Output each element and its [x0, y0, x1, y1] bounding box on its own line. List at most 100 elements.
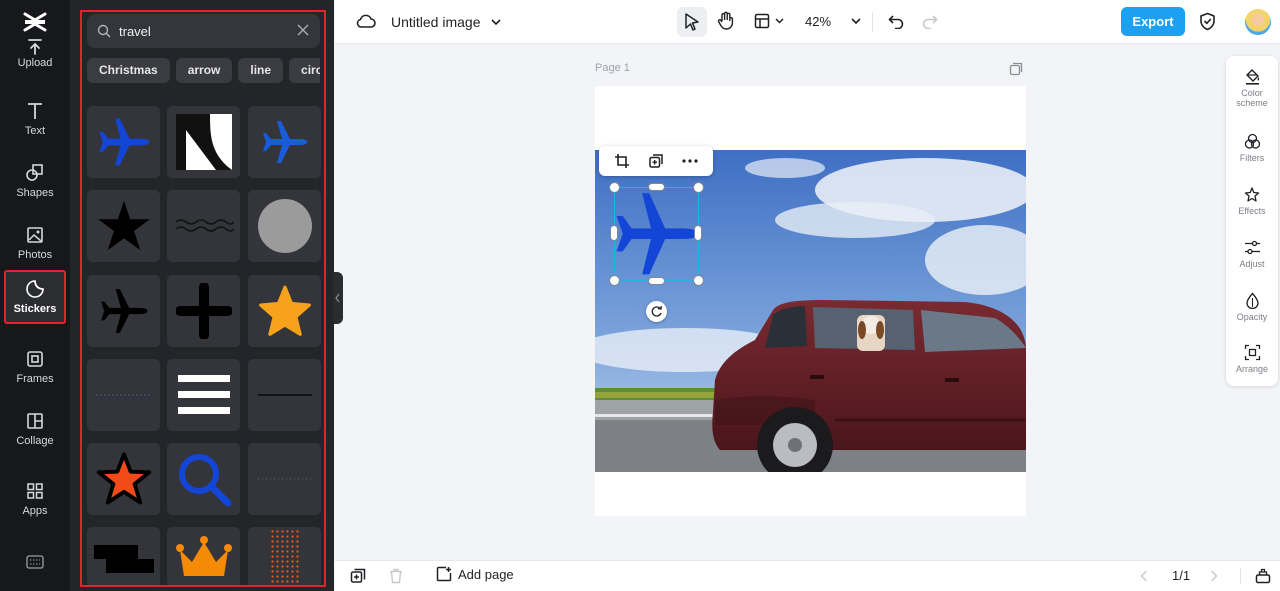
document-title[interactable]: Untitled image — [391, 14, 501, 30]
chevron-down-icon — [490, 18, 501, 25]
filters-label: Filters — [1239, 153, 1265, 163]
shield-check-icon[interactable] — [1199, 12, 1216, 31]
trash-icon[interactable] — [389, 568, 403, 584]
rail-frames-label: Frames — [16, 373, 54, 385]
search-icon — [97, 24, 111, 38]
sticker-tile-dots-orange[interactable] — [248, 527, 321, 587]
resize-handle-bottom[interactable] — [648, 277, 665, 285]
rail-photos[interactable]: Photos — [4, 216, 66, 270]
resize-handle-top-right[interactable] — [693, 182, 704, 193]
sticker-tile-star-black[interactable] — [87, 190, 160, 262]
rail-text[interactable]: Text — [4, 92, 66, 146]
rail-apps[interactable]: Apps — [4, 472, 66, 526]
rail-upload-label: Upload — [17, 57, 53, 69]
effects-tool[interactable]: Effects — [1226, 186, 1278, 216]
sticker-tile-star-orange[interactable] — [248, 275, 321, 347]
sticker-tile-wavy-lines[interactable] — [167, 190, 240, 262]
photo-icon — [27, 227, 43, 243]
rail-frames[interactable]: Frames — [4, 340, 66, 394]
sticker-tile-airplane-black[interactable] — [87, 275, 160, 347]
sticker-tile-dotted-line[interactable] — [87, 359, 160, 431]
paint-bucket-icon — [1245, 69, 1259, 85]
sparkle-icon — [1244, 187, 1259, 202]
effects-label: Effects — [1238, 206, 1266, 216]
rail-stickers[interactable]: Stickers — [4, 270, 66, 324]
avatar[interactable] — [1245, 9, 1271, 35]
arrange-tool[interactable]: Arrange — [1226, 344, 1278, 374]
color-scheme-tool[interactable]: Color scheme — [1226, 68, 1278, 108]
rail-collage[interactable]: Collage — [4, 402, 66, 456]
sticker-tile-cross-black[interactable] — [167, 275, 240, 347]
rail-stickers-label: Stickers — [13, 303, 57, 315]
chevron-left-icon[interactable] — [1140, 570, 1148, 582]
rail-shapes-label: Shapes — [16, 187, 54, 199]
cursor-icon[interactable] — [684, 12, 700, 32]
add-page-button[interactable]: Add page — [436, 566, 514, 582]
resize-handle-bottom-right[interactable] — [693, 275, 704, 286]
chevron-right-icon[interactable] — [1210, 570, 1218, 582]
sticker-tile-blocks-black[interactable] — [87, 527, 160, 587]
layout-icon — [754, 13, 770, 29]
chip-line[interactable]: line — [238, 58, 284, 83]
star-icon — [97, 200, 150, 251]
cloud-icon[interactable] — [356, 13, 376, 29]
filters-tool[interactable]: Filters — [1226, 133, 1278, 163]
panel-collapse-handle[interactable] — [333, 272, 343, 324]
selection-box — [614, 187, 699, 281]
sticker-tile-dotted-line-2[interactable] — [248, 443, 321, 515]
sticker-tile-star-red[interactable] — [87, 443, 160, 515]
airplane-icon — [98, 118, 149, 166]
sticker-tile-thin-line[interactable] — [248, 359, 321, 431]
bottom-divider — [1240, 568, 1241, 584]
sticker-tile-three-bars[interactable] — [167, 359, 240, 431]
export-button[interactable]: Export — [1121, 7, 1185, 36]
resize-handle-top-left[interactable] — [609, 182, 620, 193]
resize-handle-left[interactable] — [610, 225, 618, 241]
sticker-tile-airplane-blue-2[interactable] — [248, 106, 321, 178]
close-icon[interactable] — [296, 23, 310, 37]
opacity-tool[interactable]: Opacity — [1226, 292, 1278, 322]
line-icon — [257, 394, 312, 396]
copy-icon[interactable] — [648, 153, 664, 169]
pages-panel-icon[interactable] — [1255, 568, 1271, 584]
redo-icon[interactable] — [922, 13, 938, 29]
rail-shapes[interactable]: Shapes — [4, 154, 66, 208]
duplicate-page-icon[interactable] — [1009, 62, 1023, 76]
resize-handle-bottom-left[interactable] — [609, 275, 620, 286]
airplane-icon — [100, 289, 147, 333]
resize-handle-right[interactable] — [694, 225, 702, 241]
layout-menu[interactable] — [754, 13, 784, 29]
search-input[interactable] — [119, 23, 279, 39]
upload-icon — [28, 39, 42, 55]
capcut-logo-icon[interactable] — [22, 9, 48, 35]
zoom-control[interactable]: 42% — [805, 14, 861, 29]
rotate-icon — [651, 305, 662, 317]
rail-text-label: Text — [24, 125, 46, 137]
duplicate-icon[interactable] — [350, 568, 366, 584]
crop-icon[interactable] — [614, 153, 630, 169]
star-icon — [96, 452, 151, 505]
chip-circle[interactable]: circle — [289, 58, 320, 83]
sticker-tile-circle-gray[interactable] — [248, 190, 321, 262]
arrange-icon — [1244, 344, 1260, 361]
chip-arrow[interactable]: arrow — [175, 58, 233, 83]
dotted-line-icon — [257, 478, 312, 480]
dots-pattern-icon — [269, 529, 300, 585]
color-scheme-label: Color scheme — [1236, 88, 1268, 108]
undo-icon[interactable] — [888, 13, 904, 29]
chip-christmas[interactable]: Christmas — [87, 58, 170, 83]
filters-icon — [1244, 133, 1260, 149]
keyboard-icon[interactable] — [26, 555, 44, 569]
adjust-tool[interactable]: Adjust — [1226, 239, 1278, 269]
sticker-tile-diagonal-shape[interactable] — [167, 106, 240, 178]
sticker-tile-magnifier-blue[interactable] — [167, 443, 240, 515]
sticker-tile-crown-orange[interactable] — [167, 527, 240, 587]
sticker-tile-airplane-blue[interactable] — [87, 106, 160, 178]
wavy-lines-icon — [175, 219, 234, 232]
more-icon[interactable] — [682, 159, 698, 163]
apps-grid-icon — [27, 483, 43, 499]
hand-icon[interactable] — [717, 11, 735, 31]
add-page-label: Add page — [458, 566, 514, 582]
resize-handle-top[interactable] — [648, 183, 665, 191]
rotate-handle[interactable] — [646, 301, 667, 322]
